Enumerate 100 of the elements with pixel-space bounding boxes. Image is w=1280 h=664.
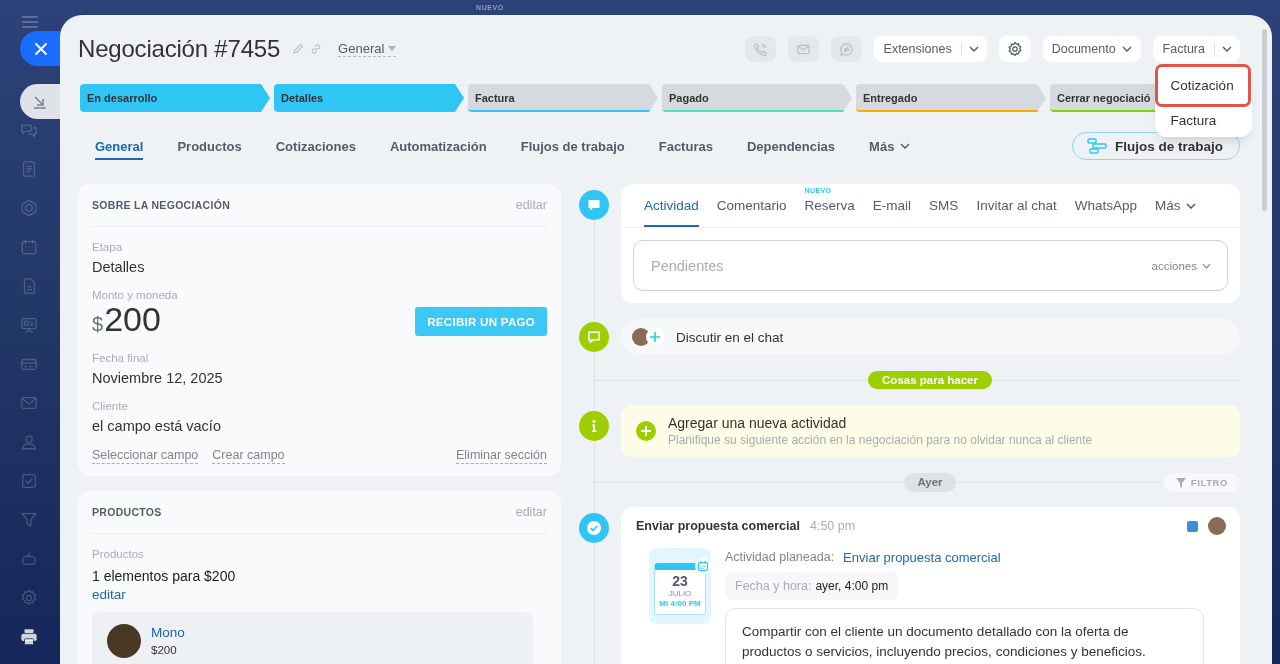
settings-button[interactable] (998, 36, 1031, 62)
field-label: Etapa (92, 240, 124, 254)
menu-icon[interactable] (22, 16, 38, 28)
section-badge: Cosas para hacer (868, 371, 992, 389)
composer-tab[interactable]: Invitar al chat (976, 184, 1057, 227)
dropdown-button[interactable]: Documento (1042, 36, 1141, 62)
product-photo (107, 624, 141, 658)
deal-title: Negociación #7455 (78, 36, 281, 62)
caret-icon (388, 46, 397, 51)
stage-step[interactable]: Pagado (662, 84, 852, 112)
filter-icon (1175, 477, 1186, 488)
gear-icon[interactable] (20, 589, 38, 607)
action-button[interactable]: Factura (1162, 36, 1205, 62)
tab[interactable]: Más (869, 132, 911, 160)
tab[interactable]: Flujos de trabajo (520, 132, 625, 160)
composer-tab[interactable]: E-mail (872, 184, 912, 227)
document-icon[interactable] (20, 160, 38, 178)
discuss-in-chat-button[interactable]: Discutir en el chat (621, 319, 1240, 355)
pencil-icon[interactable] (292, 43, 305, 55)
funnel-icon[interactable] (20, 511, 38, 529)
chevron-down-icon (1186, 202, 1197, 209)
composer-tab[interactable]: Más (1154, 184, 1197, 227)
field-value: el campo está vacío (92, 417, 221, 436)
stage-step[interactable]: Entregado (856, 84, 1046, 112)
remove-section-link[interactable]: Eliminar sección (456, 448, 547, 464)
stage-step[interactable]: Detalles (274, 84, 464, 112)
category-dropdown[interactable]: General (338, 41, 397, 57)
minimize-button[interactable] (20, 84, 60, 119)
add-icon (646, 328, 664, 346)
settings-icon (1006, 41, 1023, 57)
composer-tab[interactable]: Comentario (716, 184, 787, 227)
tab[interactable]: Dependencias (746, 132, 836, 160)
add-icon[interactable] (636, 421, 656, 441)
section-title: SOBRE LA NEGOCIACIÓN (92, 199, 231, 211)
composer-tab[interactable]: WhatsApp (1074, 184, 1137, 227)
link-icon[interactable] (310, 43, 323, 55)
chat-icon[interactable] (20, 121, 38, 139)
chevron-down-icon (1222, 46, 1232, 52)
calendar-time: MI 4:00 PM (659, 599, 701, 609)
robot-icon[interactable] (20, 550, 38, 568)
tab[interactable]: Facturas (658, 132, 713, 160)
stage-step[interactable]: En desarrollo (80, 84, 270, 112)
field-label: Cliente (92, 399, 129, 413)
split-button[interactable]: Extensiones (873, 36, 987, 62)
presentation-icon[interactable] (20, 316, 38, 334)
amount-value: $200 (92, 301, 161, 340)
field-value: Noviembre 12, 2025 (92, 369, 223, 388)
stage-step[interactable]: Factura (468, 84, 658, 112)
add-activity-hint: Planifique su siguiente acción en la negociación para no olvidar nunca al cliente (668, 432, 1093, 448)
tab[interactable]: Productos (177, 132, 242, 160)
mail-icon[interactable] (20, 394, 38, 412)
activity-description: Compartir con el cliente un documento detallado con la oferta de productos o servicios, incluyendo precios, condiciones y beneficios. (725, 608, 1204, 664)
field-label: Productos (92, 547, 144, 561)
marker-icon (1187, 520, 1198, 532)
field-label: Fecha final (92, 351, 150, 365)
todo-input-field[interactable]: Pendientes acciones (633, 240, 1228, 291)
avatar-photo (1208, 517, 1226, 535)
calendar-day: 23 (672, 574, 688, 589)
scrollbar[interactable] (1262, 29, 1267, 211)
check-icon (579, 513, 609, 543)
tab[interactable]: Automatización (389, 132, 487, 160)
calendar-icon[interactable] (20, 238, 38, 256)
hexagon-icon[interactable] (20, 199, 38, 217)
printer-icon[interactable] (20, 628, 38, 646)
section-link[interactable]: Seleccionar campo (92, 448, 199, 464)
close-icon (35, 42, 47, 55)
planned-label: Actividad planeada: (725, 550, 835, 564)
section-title: PRODUCTOS (92, 506, 162, 518)
activity-link[interactable]: Enviar propuesta comercial (843, 549, 1001, 565)
split-button[interactable]: Factura (1152, 36, 1240, 62)
product-name-link[interactable]: Mono (151, 624, 185, 642)
chat-icon (579, 322, 609, 352)
tab[interactable]: General (95, 132, 144, 160)
date-time-value: ayer, 4:00 pm (815, 579, 889, 593)
products-summary: 1 elementos para $200 (92, 567, 236, 586)
chevron-down-icon (1202, 262, 1211, 269)
avatar-photo (632, 328, 650, 346)
date-badge: Ayer (904, 472, 956, 492)
chevron-down-icon (968, 46, 979, 52)
composer-tab[interactable]: Actividad (644, 184, 699, 227)
actions-dropdown[interactable]: acciones (1151, 259, 1211, 272)
product-price: $200 (151, 643, 177, 658)
action-button[interactable]: Extensiones (883, 36, 952, 62)
add-activity-card[interactable]: Agregar una nueva actividad Planifique su siguiente acción en la negociación para no olvidar nunca al cliente (621, 405, 1240, 457)
workflow-icon (1087, 138, 1107, 154)
section-link[interactable]: Crear campo (212, 448, 285, 464)
date-time-label: Fecha y hora: (735, 579, 812, 593)
tab[interactable]: Cotizaciones (275, 132, 356, 160)
composer-tab[interactable]: SMS (929, 184, 959, 227)
activity-title: Enviar propuesta comercial (636, 519, 800, 533)
close-button[interactable] (20, 31, 60, 66)
people-icon[interactable] (20, 433, 38, 451)
chevron-down-icon (900, 143, 911, 149)
add-activity-title: Agregar una nueva actividad (668, 414, 848, 432)
calendar-month: JULIO (668, 589, 692, 599)
edit-link[interactable]: editar (92, 586, 126, 604)
checkbox-icon[interactable] (20, 472, 38, 490)
chevron-down-icon (1121, 46, 1132, 52)
arrow-icon (33, 94, 47, 109)
activity-time: 4:50 pm (809, 519, 856, 533)
